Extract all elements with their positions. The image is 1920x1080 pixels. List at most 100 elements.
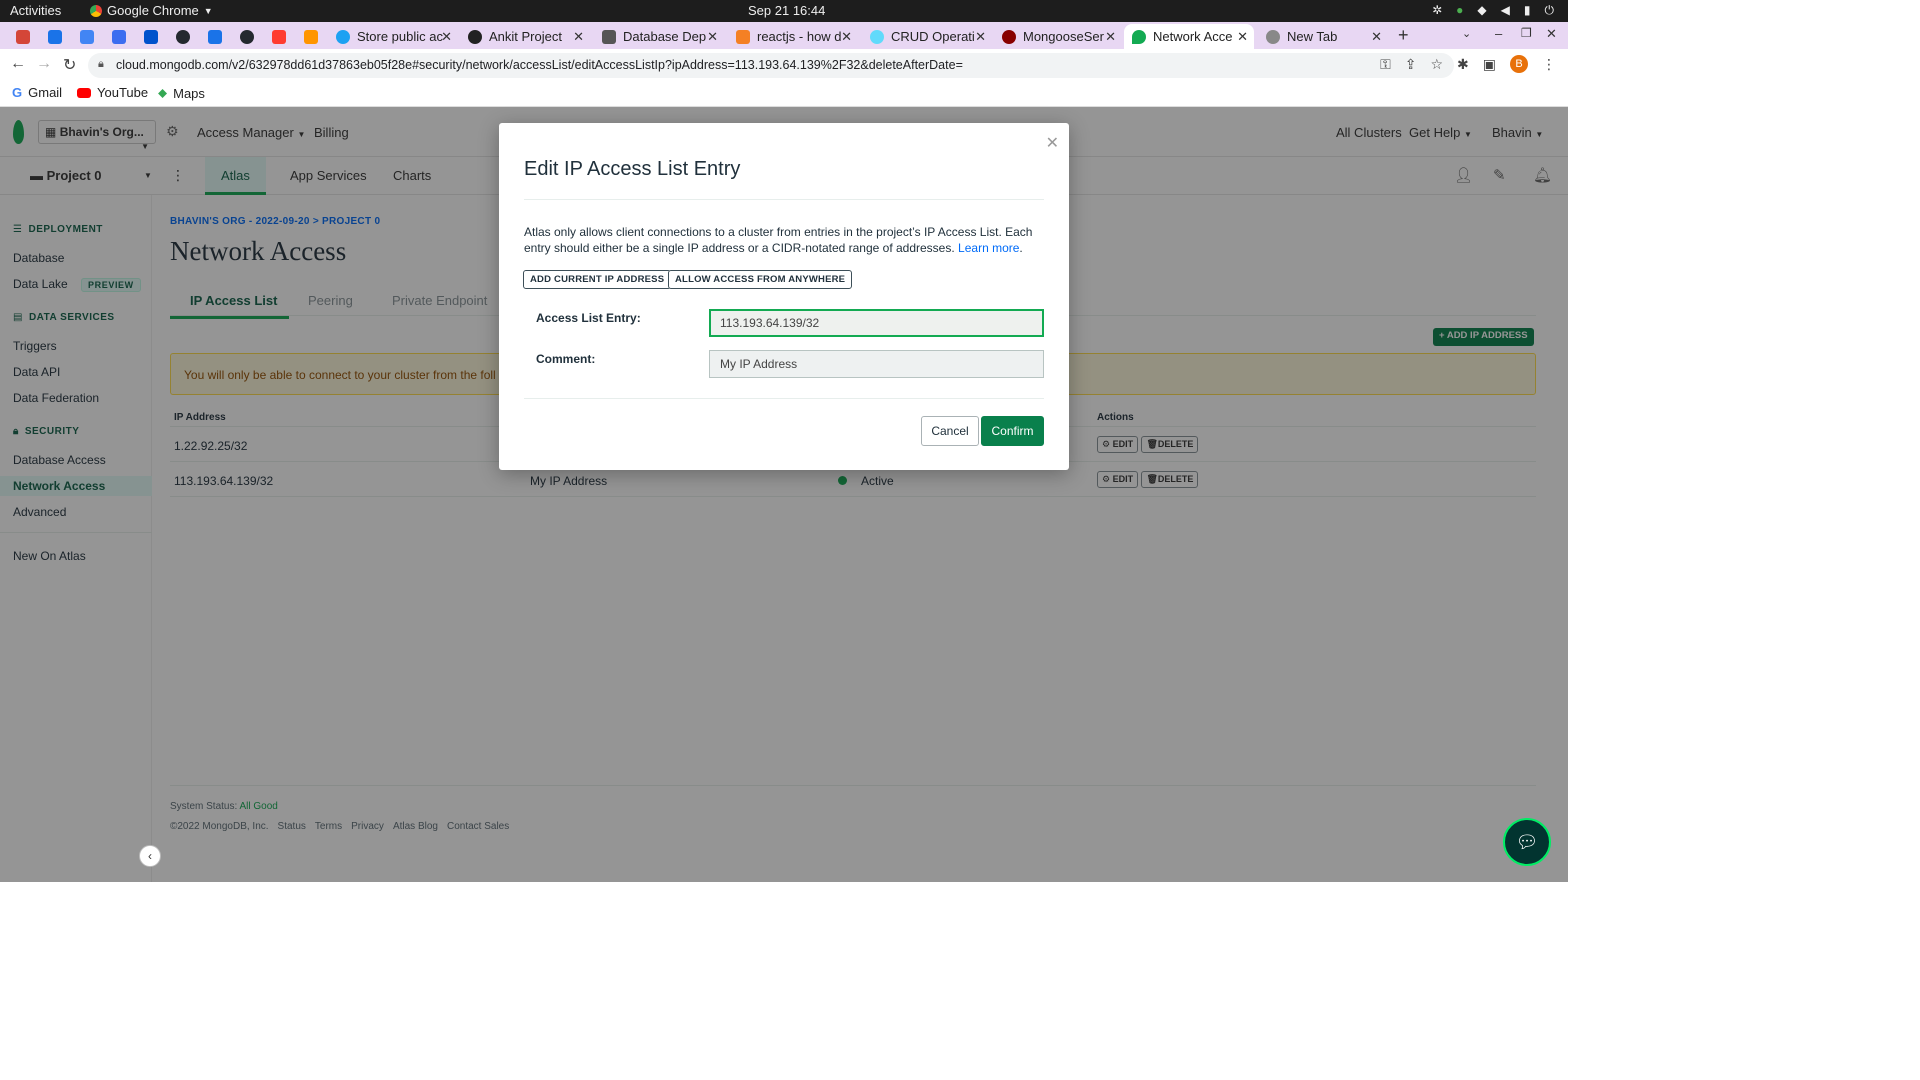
github-icon bbox=[176, 29, 190, 44]
tab-pinned-9[interactable] bbox=[264, 24, 294, 49]
trello-icon bbox=[144, 29, 158, 44]
tab-reactjs[interactable]: reactjs - how d ✕ bbox=[728, 24, 858, 49]
tab-database-dep[interactable]: Database Dep ✕ bbox=[594, 24, 724, 49]
comment-input[interactable] bbox=[709, 350, 1044, 378]
tab-favicon bbox=[272, 29, 286, 44]
modal-description: Atlas only allows client connections to … bbox=[524, 225, 1033, 255]
tab-pinned-3[interactable] bbox=[72, 24, 102, 49]
chat-icon: 💬︎ bbox=[1515, 832, 1539, 852]
chevron-down-icon: ▼ bbox=[203, 5, 213, 16]
maps-icon: ⬥ bbox=[158, 85, 168, 100]
maximize-icon[interactable]: ❐ bbox=[1521, 26, 1532, 40]
close-tab-icon[interactable]: ✕ bbox=[1371, 29, 1382, 45]
close-icon[interactable]: ✕ bbox=[1046, 133, 1059, 153]
volume-icon: ◀ bbox=[1500, 3, 1510, 17]
tab-docs[interactable] bbox=[200, 24, 230, 49]
stackoverflow-icon bbox=[736, 29, 750, 44]
key-icon[interactable]: ⚿ bbox=[1380, 56, 1391, 73]
gmail-icon bbox=[16, 29, 30, 44]
lock-icon: 🔒︎ bbox=[98, 58, 104, 70]
bookmark-maps[interactable]: ⬥ Maps bbox=[158, 85, 205, 101]
forward-icon[interactable]: → bbox=[36, 55, 52, 73]
tab-favicon bbox=[48, 29, 62, 44]
chrome-icon bbox=[90, 4, 102, 17]
app-menu[interactable]: Google Chrome ▼ bbox=[90, 3, 213, 18]
tab-favicon bbox=[112, 29, 126, 44]
os-top-bar: Activities Google Chrome ▼ Sep 21 16:44 … bbox=[0, 0, 1568, 22]
tab-network-access[interactable]: Network Acce ✕ bbox=[1124, 24, 1254, 49]
access-list-entry-label: Access List Entry: bbox=[536, 311, 641, 325]
close-tab-icon[interactable]: ✕ bbox=[441, 29, 452, 45]
bookmark-gmail[interactable]: G Gmail bbox=[12, 85, 62, 100]
back-icon[interactable]: ← bbox=[10, 55, 26, 73]
tab-github[interactable] bbox=[168, 24, 198, 49]
tab-store-public[interactable]: Store public ac ✕ bbox=[328, 24, 458, 49]
react-icon bbox=[870, 29, 884, 44]
close-tab-icon[interactable]: ✕ bbox=[841, 29, 852, 45]
youtube-icon bbox=[77, 87, 91, 98]
allow-access-anywhere-button[interactable]: ALLOW ACCESS FROM ANYWHERE bbox=[668, 270, 853, 289]
app-name: Google Chrome bbox=[107, 3, 199, 18]
chevron-left-icon: ‹ bbox=[148, 849, 152, 863]
tab-favicon bbox=[602, 29, 616, 44]
tab-crud-operations[interactable]: CRUD Operati ✕ bbox=[862, 24, 992, 49]
chat-support-button[interactable]: 💬︎ bbox=[1503, 818, 1551, 866]
chrome-icon bbox=[1266, 29, 1280, 44]
extensions-icon[interactable]: ✱ bbox=[1457, 56, 1469, 73]
close-tab-icon[interactable]: ✕ bbox=[1105, 29, 1116, 45]
tab-strip: Store public ac ✕ Ankit Project ✕ Database… bbox=[0, 22, 1568, 49]
update-icon: ● bbox=[1456, 3, 1464, 17]
system-tray[interactable]: ✲ ● ◆ ◀ ▮ ⏻ bbox=[1432, 3, 1554, 18]
side-panel-icon[interactable]: ▣ bbox=[1483, 56, 1496, 73]
close-window-icon[interactable]: ✕ bbox=[1546, 26, 1557, 42]
url-text: cloud.mongodb.com/v2/632978dd61d37863eb0… bbox=[116, 58, 963, 72]
battery-icon: ▮ bbox=[1523, 3, 1531, 17]
share-icon[interactable]: ⇪ bbox=[1405, 56, 1417, 73]
tab-favicon bbox=[80, 29, 94, 44]
chrome-menu-icon[interactable]: ⋮ bbox=[1542, 56, 1556, 73]
tab-pinned-2[interactable] bbox=[40, 24, 70, 49]
activities-button[interactable]: Activities bbox=[10, 3, 61, 18]
reload-icon[interactable]: ↻ bbox=[63, 55, 76, 75]
tab-ankit-project[interactable]: Ankit Project ✕ bbox=[460, 24, 590, 49]
close-tab-icon[interactable]: ✕ bbox=[975, 29, 986, 45]
comment-label: Comment: bbox=[536, 352, 596, 366]
learn-more-link[interactable]: Learn more bbox=[958, 241, 1019, 255]
bookmark-youtube[interactable]: YouTube bbox=[77, 85, 148, 100]
url-bar[interactable]: 🔒︎ cloud.mongodb.com/v2/632978dd61d37863… bbox=[88, 53, 1454, 78]
clock[interactable]: Sep 21 16:44 bbox=[748, 3, 825, 18]
tab-pinned-10[interactable] bbox=[296, 24, 326, 49]
tab-gmail[interactable] bbox=[8, 24, 38, 49]
tab-mongoose[interactable]: MongooseSer ✕ bbox=[994, 24, 1122, 49]
google-icon: G bbox=[12, 85, 23, 100]
bookmarks-bar: G Gmail YouTube ⬥ Maps bbox=[0, 82, 1568, 107]
close-tab-icon[interactable]: ✕ bbox=[707, 29, 718, 45]
new-tab-icon[interactable]: + bbox=[1398, 25, 1409, 46]
modal-title: Edit IP Access List Entry bbox=[524, 158, 741, 180]
edit-ip-modal: ✕ Edit IP Access List Entry Atlas only a… bbox=[499, 123, 1069, 470]
tab-favicon bbox=[1002, 29, 1016, 44]
close-tab-icon[interactable]: ✕ bbox=[1237, 29, 1248, 45]
profile-avatar[interactable]: B bbox=[1510, 55, 1528, 73]
modal-footer-divider bbox=[524, 398, 1044, 399]
bookmark-star-icon[interactable]: ☆ bbox=[1430, 56, 1443, 73]
modal-divider bbox=[524, 199, 1044, 200]
tab-search-icon[interactable]: ⌄ bbox=[1462, 27, 1471, 40]
add-current-ip-button[interactable]: ADD CURRENT IP ADDRESS bbox=[523, 270, 672, 289]
tab-favicon bbox=[336, 29, 350, 44]
collapse-sidebar-button[interactable]: ‹ bbox=[139, 845, 161, 867]
settings-icon: ✲ bbox=[1432, 3, 1443, 17]
access-list-entry-input[interactable] bbox=[709, 309, 1044, 337]
address-bar-row: ← → ↻ 🔒︎ cloud.mongodb.com/v2/632978dd61… bbox=[0, 49, 1568, 82]
close-tab-icon[interactable]: ✕ bbox=[573, 29, 584, 45]
tab-pinned-4[interactable] bbox=[104, 24, 134, 49]
wifi-icon: ◆ bbox=[1477, 3, 1487, 17]
minimize-icon[interactable]: – bbox=[1495, 26, 1502, 41]
tab-pinned-5[interactable] bbox=[136, 24, 166, 49]
confirm-button[interactable]: Confirm bbox=[981, 416, 1044, 446]
github-icon bbox=[240, 29, 254, 44]
docs-icon bbox=[208, 29, 222, 44]
tab-github-2[interactable] bbox=[232, 24, 262, 49]
cancel-button[interactable]: Cancel bbox=[921, 416, 979, 446]
tab-new-tab[interactable]: New Tab ✕ bbox=[1258, 24, 1388, 49]
